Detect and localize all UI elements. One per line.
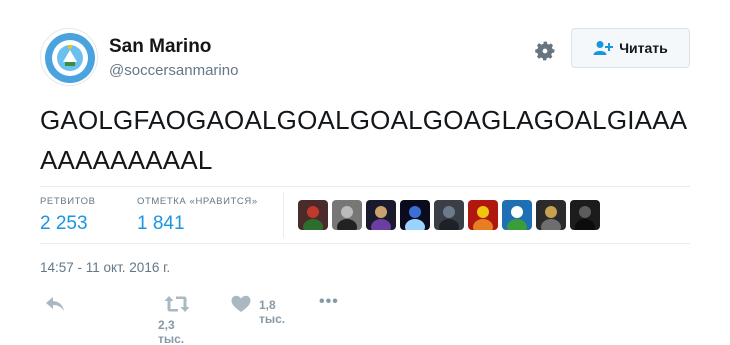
tweet-text: GAOLGFAOGAOALGOALGOALGOAGLAGOALGIAAAAAAA…: [40, 105, 688, 175]
liker-avatar-8[interactable]: [536, 200, 566, 230]
liker-avatar-6[interactable]: [468, 200, 498, 230]
like-stat-label: ОТМЕТКА «НРАВИТСЯ»: [137, 196, 258, 207]
retweet-stat[interactable]: РЕТВИТОВ 2 253: [40, 196, 96, 235]
like-count: 1,8 тыс.: [259, 298, 286, 326]
retweet-button[interactable]: [164, 295, 190, 313]
liker-avatar-7[interactable]: [502, 200, 532, 230]
gear-icon[interactable]: [532, 38, 558, 64]
account-handle[interactable]: @soccersanmarino: [109, 62, 238, 79]
divider: [40, 186, 690, 187]
divider: [283, 192, 284, 238]
liker-avatar-4[interactable]: [400, 200, 430, 230]
retweet-icon: [164, 296, 190, 312]
reply-button[interactable]: [44, 295, 66, 313]
follow-button[interactable]: Читать: [571, 28, 690, 68]
liker-avatar-2[interactable]: [332, 200, 362, 230]
retweet-stat-value[interactable]: 2 253: [40, 213, 96, 235]
tweet-timestamp[interactable]: 14:57 - 11 окт. 2016 г.: [40, 260, 170, 275]
retweet-count: 2,3 тыс.: [158, 318, 185, 345]
liker-avatar-9[interactable]: [570, 200, 600, 230]
follow-person-plus-icon: [593, 41, 614, 55]
heart-icon: [231, 295, 251, 312]
retweet-stat-label: РЕТВИТОВ: [40, 196, 96, 207]
liker-avatar-3[interactable]: [366, 200, 396, 230]
like-button[interactable]: [231, 295, 251, 313]
federation-crest-icon: [42, 30, 97, 85]
like-stat[interactable]: ОТМЕТКА «НРАВИТСЯ» 1 841: [137, 196, 258, 235]
divider: [40, 243, 690, 244]
more-dots-icon[interactable]: •••: [319, 293, 339, 311]
account-name[interactable]: San Marino: [109, 36, 211, 58]
follow-button-label: Читать: [619, 40, 668, 56]
avatar[interactable]: [40, 28, 98, 86]
liker-avatar-5[interactable]: [434, 200, 464, 230]
reply-icon: [46, 297, 64, 311]
liker-avatar-1[interactable]: [298, 200, 328, 230]
like-stat-value[interactable]: 1 841: [137, 213, 258, 235]
liker-avatars: [298, 200, 600, 230]
